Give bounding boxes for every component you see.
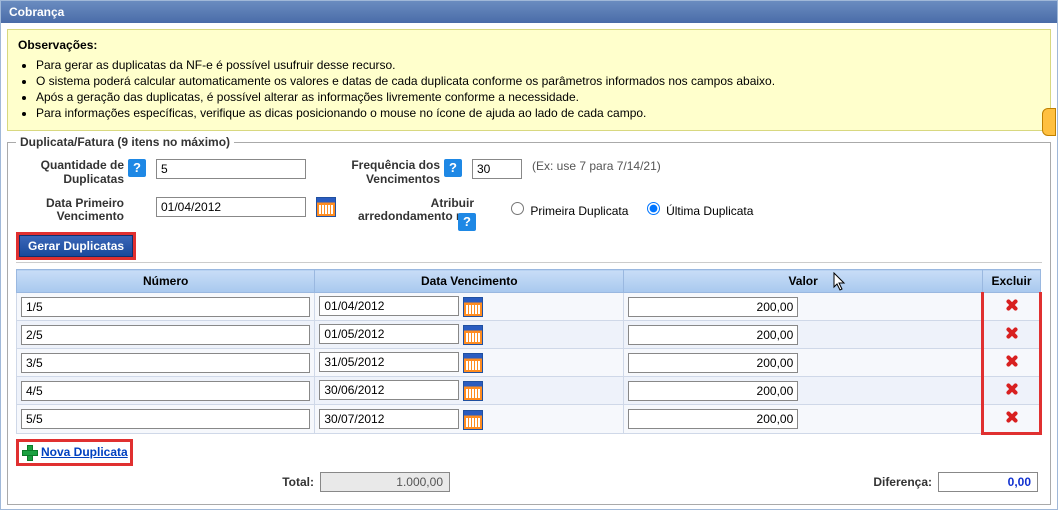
- duplicatas-table: Número Data Vencimento Valor Excluir: [16, 269, 1042, 435]
- help-icon[interactable]: ?: [128, 159, 146, 177]
- obs-item: O sistema poderá calcular automaticament…: [36, 74, 1040, 88]
- obs-item: Após a geração das duplicatas, é possíve…: [36, 90, 1040, 104]
- delete-icon[interactable]: [1003, 296, 1021, 314]
- valor-input[interactable]: [628, 297, 798, 317]
- col-numero: Número: [17, 270, 315, 293]
- data-primeiro-label: Data Primeiro Vencimento: [16, 197, 128, 225]
- data-input[interactable]: [319, 352, 459, 372]
- help-bubble-icon[interactable]: [1042, 108, 1056, 136]
- numero-input[interactable]: [21, 353, 310, 373]
- numero-input[interactable]: [21, 297, 310, 317]
- radio-primeira-input[interactable]: [511, 202, 524, 215]
- calendar-icon[interactable]: [463, 325, 483, 345]
- plus-icon: [21, 444, 37, 460]
- delete-icon[interactable]: [1003, 408, 1021, 426]
- numero-input[interactable]: [21, 409, 310, 429]
- data-input[interactable]: [319, 409, 459, 429]
- delete-icon[interactable]: [1003, 352, 1021, 370]
- qtd-duplicatas-label: Quantidade de Duplicatas: [16, 159, 128, 187]
- total-label: Total:: [282, 475, 314, 489]
- data-input[interactable]: [319, 296, 459, 316]
- table-row: [17, 405, 1041, 434]
- radio-ultima[interactable]: Última Duplicata: [642, 204, 754, 218]
- col-valor: Valor: [624, 270, 983, 293]
- window-title: Cobrança: [1, 1, 1057, 23]
- freq-hint: (Ex: use 7 para 7/14/21): [532, 159, 661, 173]
- nova-duplicata-label: Nova Duplicata: [41, 445, 128, 459]
- calendar-icon[interactable]: [463, 381, 483, 401]
- delete-icon[interactable]: [1003, 324, 1021, 342]
- valor-input[interactable]: [628, 381, 798, 401]
- radio-primeira[interactable]: Primeira Duplicata: [506, 204, 628, 218]
- help-icon[interactable]: ?: [458, 213, 476, 231]
- radio-ultima-input[interactable]: [647, 202, 660, 215]
- valor-input[interactable]: [628, 353, 798, 373]
- table-row: [17, 377, 1041, 405]
- obs-item: Para gerar as duplicatas da NF-e é possí…: [36, 58, 1040, 72]
- table-row: [17, 321, 1041, 349]
- data-primeiro-input[interactable]: [156, 197, 306, 217]
- duplicata-fieldset: Duplicata/Fatura (9 itens no máximo) Qua…: [7, 135, 1051, 505]
- total-value: 1.000,00: [320, 472, 450, 492]
- observacoes-heading: Observações:: [18, 38, 97, 52]
- calendar-icon[interactable]: [463, 353, 483, 373]
- nova-duplicata-link[interactable]: Nova Duplicata: [19, 442, 130, 462]
- delete-icon[interactable]: [1003, 380, 1021, 398]
- col-excluir: Excluir: [983, 270, 1041, 293]
- cobranca-window: Cobrança Observações: Para gerar as dupl…: [0, 0, 1058, 510]
- numero-input[interactable]: [21, 381, 310, 401]
- obs-item: Para informações específicas, verifique …: [36, 106, 1040, 120]
- valor-input[interactable]: [628, 325, 798, 345]
- qtd-duplicatas-input[interactable]: [156, 159, 306, 179]
- observacoes-list: Para gerar as duplicatas da NF-e é possí…: [36, 58, 1040, 120]
- fieldset-legend: Duplicata/Fatura (9 itens no máximo): [16, 135, 234, 149]
- table-row: [17, 293, 1041, 321]
- calendar-icon[interactable]: [316, 197, 336, 217]
- data-input[interactable]: [319, 324, 459, 344]
- calendar-icon[interactable]: [463, 410, 483, 430]
- diferenca-label: Diferença:: [873, 475, 932, 489]
- help-icon[interactable]: ?: [444, 159, 462, 177]
- col-data: Data Vencimento: [315, 270, 624, 293]
- freq-venc-input[interactable]: [472, 159, 522, 179]
- calendar-icon[interactable]: [463, 297, 483, 317]
- arredondamento-radios: Primeira Duplicata Última Duplicata: [506, 197, 763, 218]
- gerar-duplicatas-button[interactable]: Gerar Duplicatas: [19, 235, 133, 257]
- data-input[interactable]: [319, 380, 459, 400]
- valor-input[interactable]: [628, 409, 798, 429]
- freq-venc-label: Frequência dos Vencimentos: [344, 159, 444, 187]
- observacoes-panel: Observações: Para gerar as duplicatas da…: [7, 29, 1051, 131]
- diferenca-value: 0,00: [938, 472, 1038, 492]
- table-row: [17, 349, 1041, 377]
- numero-input[interactable]: [21, 325, 310, 345]
